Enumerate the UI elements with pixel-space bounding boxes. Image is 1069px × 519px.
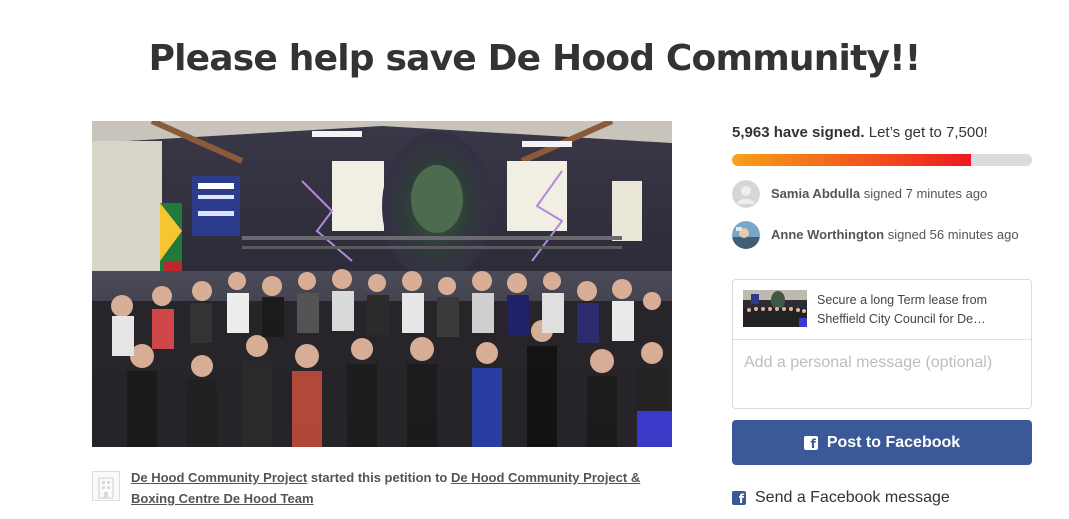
- facebook-icon: f: [732, 491, 746, 506]
- default-avatar-icon: [732, 180, 760, 208]
- post-to-facebook-label: Post to Facebook: [826, 433, 961, 451]
- signer-name: Samia Abdulla: [771, 186, 861, 201]
- signature-goal-text: Let’s get to 7,500!: [864, 124, 988, 141]
- signer-name: Anne Worthington: [771, 227, 885, 242]
- signer-time: signed 7 minutes ago: [860, 186, 988, 201]
- post-to-facebook-button[interactable]: f Post to Facebook: [732, 420, 1032, 465]
- signature-count: 5,963 have signed. Let’s get to 7,500!: [732, 124, 988, 141]
- photo-avatar: [732, 221, 760, 249]
- signer-time: signed 56 minutes ago: [884, 227, 1019, 242]
- petition-starter-link[interactable]: De Hood Community Project: [131, 470, 307, 485]
- starter-middle-text: started this petition to: [307, 470, 451, 485]
- send-facebook-message-label: Send a Facebook message: [755, 489, 950, 506]
- petition-title: Please help save De Hood Community!!: [148, 38, 922, 80]
- personal-message-input[interactable]: [734, 340, 1028, 405]
- building-icon: [92, 471, 120, 501]
- signature-progress-fill: [732, 154, 971, 166]
- signature-count-number: 5,963 have signed.: [732, 124, 865, 141]
- facebook-icon: f: [803, 435, 818, 450]
- petition-photo: [92, 121, 672, 447]
- signature-progress-bar: [732, 154, 1032, 166]
- facebook-share-card: Secure a long Term lease from Sheffield …: [732, 279, 1032, 409]
- share-preview-thumbnail: [743, 290, 807, 327]
- send-facebook-message-link[interactable]: f Send a Facebook message: [732, 489, 950, 507]
- share-preview-text: Secure a long Term lease from Sheffield …: [817, 293, 987, 326]
